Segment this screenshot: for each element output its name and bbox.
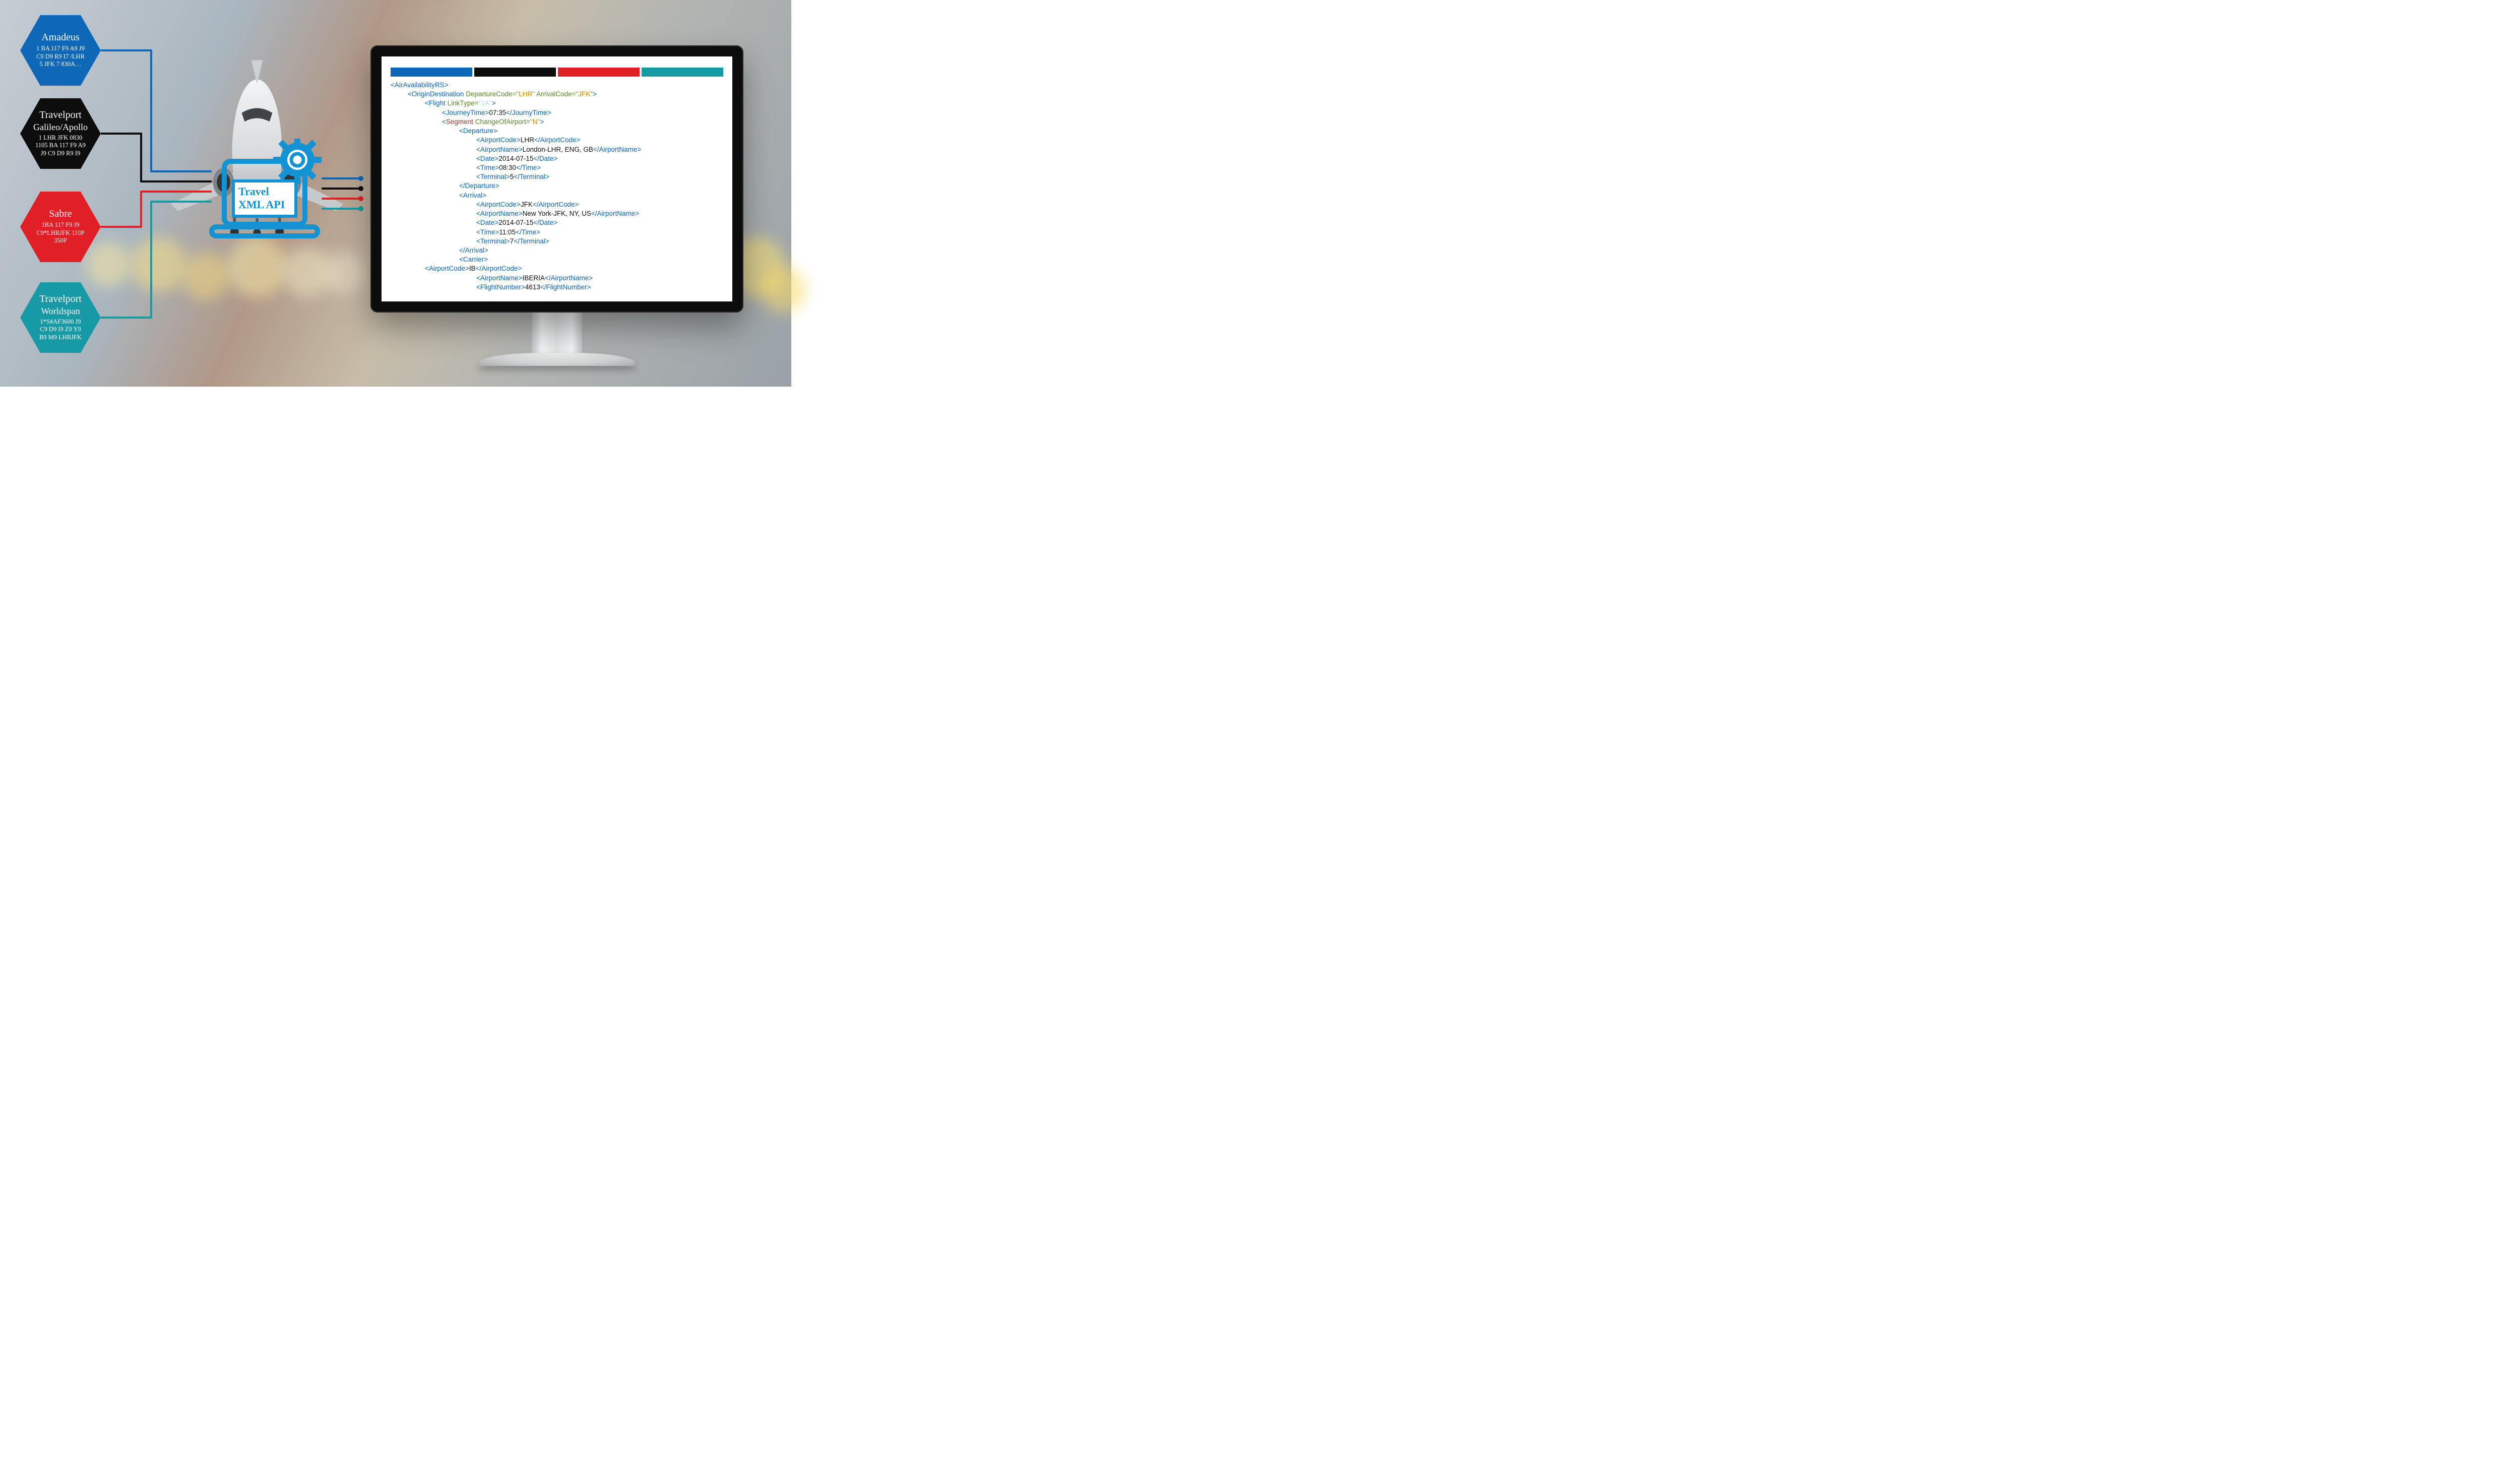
- hex-title: Travelport: [39, 294, 82, 304]
- diagram-stage: Amadeus 1 BA 117 F9 A9 J9 C9 D9 R9 I7 /L…: [0, 0, 791, 387]
- colorbar-sabre: [558, 68, 640, 77]
- hex-amadeus: Amadeus 1 BA 117 F9 A9 J9 C9 D9 R9 I7 /L…: [20, 15, 101, 86]
- monitor-frame: <AirAvailabilityRS> <OriginDestination D…: [370, 45, 743, 313]
- bokeh: [323, 252, 365, 295]
- monitor-stand-base: [479, 353, 635, 366]
- bokeh: [181, 252, 229, 300]
- colorbar-worldspan: [642, 68, 723, 77]
- hex-subtitle: Worldspan: [41, 306, 80, 316]
- hex-title: Travelport: [39, 110, 82, 120]
- monitor-screen: <AirAvailabilityRS> <OriginDestination D…: [382, 56, 732, 301]
- hex-title: Amadeus: [41, 32, 80, 43]
- hex-sabre: Sabre 1BA 117 F9 J9 C9*LHRJFK 110P 350P: [20, 192, 101, 262]
- hex-subtitle: Galileo/Apollo: [33, 122, 88, 132]
- api-label-line2: XML API: [238, 198, 285, 211]
- bokeh: [761, 267, 806, 313]
- colorbar-travelport: [474, 68, 556, 77]
- color-bar: [391, 68, 723, 77]
- hex-body: 1BA 117 F9 J9 C9*LHRJFK 110P 350P: [36, 221, 84, 245]
- xml-output: <AirAvailabilityRS> <OriginDestination D…: [382, 80, 732, 297]
- colorbar-amadeus: [391, 68, 472, 77]
- api-label-line1: Travel: [238, 185, 269, 198]
- hex-body: 1 BA 117 F9 A9 J9 C9 D9 R9 I7 /LHR 5 JFK…: [36, 45, 85, 69]
- hex-body: 1*S#AF3600 J9 C9 D9 I9 Z9 Y9 B9 M9 LHRJF…: [39, 318, 82, 342]
- hex-travelport-galileo: Travelport Galileo/Apollo 1 LHR JFK 0830…: [20, 98, 101, 169]
- hex-title: Sabre: [49, 209, 72, 219]
- hex-body: 1 LHR JFK 0830 1105 BA 117 F9 A9 J9 C9 D…: [35, 134, 86, 158]
- monitor-stand-neck: [532, 310, 582, 358]
- travel-xml-api-icon: Travel XML API: [209, 139, 330, 244]
- bokeh: [86, 242, 131, 287]
- hex-travelport-worldspan: Travelport Worldspan 1*S#AF3600 J9 C9 D9…: [20, 282, 101, 353]
